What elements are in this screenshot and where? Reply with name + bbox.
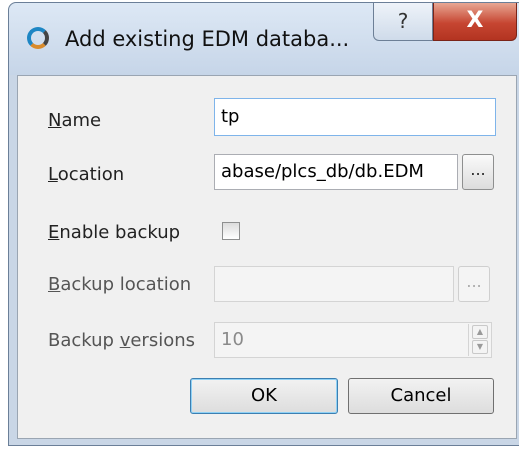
backup-versions-label-accel: v	[119, 330, 131, 351]
name-label-accel: N	[48, 110, 62, 131]
dialog-title: Add existing EDM databa...	[65, 27, 350, 51]
ok-button[interactable]: OK	[190, 378, 338, 414]
enable-backup-checkbox[interactable]	[222, 222, 240, 240]
backup-location-label-accel: B	[48, 274, 61, 295]
backup-location-label-rest: ackup location	[60, 274, 192, 295]
enable-backup-label-accel: E	[48, 222, 60, 243]
backup-versions-spinner: ▲ ▼	[468, 324, 490, 356]
location-label-rest: ocation	[57, 164, 125, 185]
backup-versions-label: Backup versions	[48, 330, 195, 351]
location-input[interactable]: abase/plcs_db/db.EDM	[214, 154, 458, 190]
backup-location-browse-button[interactable]: ...	[458, 266, 490, 302]
close-icon: X	[466, 8, 484, 33]
backup-versions-label-pre: Backup	[48, 330, 120, 351]
backup-versions-label-rest: ersions	[130, 330, 196, 351]
enable-backup-label-rest: nable backup	[59, 222, 181, 243]
name-input[interactable]: tp	[214, 98, 496, 136]
dialog-window: Add existing EDM databa... ? X Name tp L…	[8, 2, 519, 446]
help-button[interactable]: ?	[373, 3, 433, 41]
app-logo-icon	[27, 27, 49, 49]
enable-backup-label: Enable backup	[48, 222, 180, 243]
spin-up-icon[interactable]: ▲	[472, 325, 488, 339]
backup-location-label: Backup location	[48, 274, 191, 295]
name-label-rest: ame	[61, 110, 102, 131]
help-icon: ?	[397, 9, 409, 33]
close-button[interactable]: X	[433, 3, 517, 41]
location-browse-button[interactable]: ...	[462, 154, 494, 190]
backup-location-input[interactable]	[214, 266, 454, 302]
backup-versions-spinbox[interactable]: 10	[214, 322, 492, 358]
spin-down-icon[interactable]: ▼	[472, 340, 488, 354]
cancel-button[interactable]: Cancel	[348, 378, 494, 414]
name-label: Name	[48, 110, 101, 131]
location-label: Location	[48, 164, 124, 185]
dialog-body: Name tp Location abase/plcs_db/db.EDM ..…	[17, 75, 517, 439]
location-label-accel: L	[48, 164, 58, 185]
title-bar[interactable]: Add existing EDM databa... ? X	[9, 3, 519, 75]
